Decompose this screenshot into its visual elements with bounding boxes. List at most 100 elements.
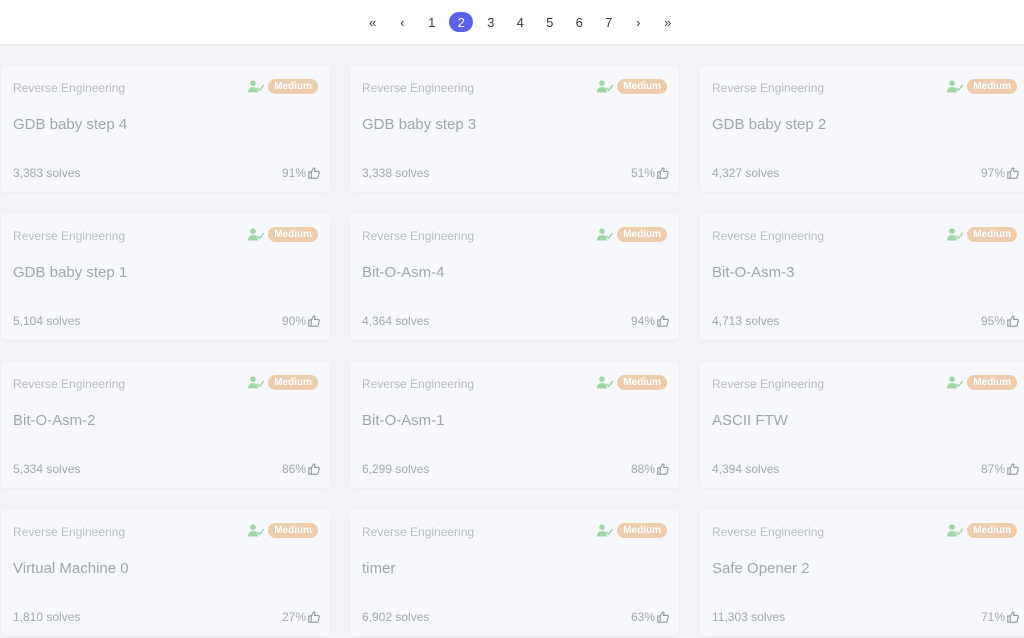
challenge-title[interactable]: GDB baby step 1 [13, 264, 127, 281]
challenge-card[interactable]: Reverse Engineering Medium GDB baby step 4… [1, 66, 330, 192]
page-7-button[interactable]: 7 [594, 11, 624, 33]
challenge-title[interactable]: Bit-O-Asm-2 [13, 412, 96, 429]
difficulty-badge: Medium [617, 79, 667, 94]
challenge-tags: Medium [597, 227, 667, 242]
solve-count: 4,713 solves [712, 314, 780, 328]
challenge-card[interactable]: Reverse Engineering Medium ASCII FTW 4,394 … [700, 362, 1024, 488]
challenge-title[interactable]: ASCII FTW [712, 412, 788, 429]
page-4-button[interactable]: 4 [506, 11, 536, 33]
thumbs-up-icon[interactable] [1007, 463, 1019, 475]
rating: 51% [631, 166, 669, 180]
rating: 97% [981, 166, 1019, 180]
challenge-card[interactable]: Reverse Engineering Medium Bit-O-Asm-3 4,71… [700, 214, 1024, 340]
challenge-tags: Medium [597, 523, 667, 538]
page-5-button[interactable]: 5 [535, 11, 565, 33]
prev-page-button[interactable]: ‹ [388, 11, 418, 33]
challenge-card[interactable]: Reverse Engineering Medium GDB baby step 1… [1, 214, 330, 340]
challenge-card[interactable]: Reverse Engineering Medium GDB baby step 3… [350, 66, 679, 192]
challenge-category: Reverse Engineering [712, 377, 825, 391]
thumbs-up-icon[interactable] [308, 315, 320, 327]
first-page-button[interactable]: « [358, 11, 388, 33]
challenge-title[interactable]: Bit-O-Asm-1 [362, 412, 445, 429]
difficulty-badge: Medium [268, 375, 318, 390]
thumbs-up-icon[interactable] [308, 611, 320, 623]
challenge-card[interactable]: Reverse Engineering Medium Bit-O-Asm-4 4,36… [350, 214, 679, 340]
rating-value: 97% [980, 166, 1005, 180]
user-check-icon [597, 228, 614, 241]
challenge-card[interactable]: Reverse Engineering Medium Safe Opener 2 11… [700, 510, 1024, 636]
rating-value: 90% [281, 314, 306, 328]
challenge-title[interactable]: timer [362, 560, 395, 577]
rating-value: 95% [980, 314, 1005, 328]
current-page-indicator: 2 [449, 12, 474, 32]
challenge-title[interactable]: Bit-O-Asm-4 [362, 264, 445, 281]
page-3-button[interactable]: 3 [476, 11, 506, 33]
thumbs-up-icon[interactable] [308, 167, 320, 179]
difficulty-badge: Medium [268, 523, 318, 538]
challenge-card[interactable]: Reverse Engineering Medium timer 6,902 solv… [350, 510, 679, 636]
user-check-icon [597, 80, 614, 93]
solve-count: 5,104 solves [13, 314, 81, 328]
challenge-title[interactable]: Virtual Machine 0 [13, 560, 129, 577]
solve-count: 3,383 solves [13, 166, 81, 180]
page-2-button[interactable]: 2 [447, 11, 477, 33]
challenge-card[interactable]: Reverse Engineering Medium Bit-O-Asm-2 5,33… [1, 362, 330, 488]
challenge-title[interactable]: Safe Opener 2 [712, 560, 810, 577]
solve-count: 6,902 solves [362, 610, 430, 624]
rating-value: 51% [630, 166, 655, 180]
rating-value: 71% [980, 610, 1005, 624]
rating: 63% [631, 610, 669, 624]
rating-value: 27% [281, 610, 306, 624]
solve-count: 4,327 solves [712, 166, 780, 180]
challenge-title[interactable]: Bit-O-Asm-3 [712, 264, 795, 281]
challenge-card[interactable]: Reverse Engineering Medium GDB baby step 2… [700, 66, 1024, 192]
last-page-button[interactable]: » [653, 11, 683, 33]
user-check-icon [947, 376, 964, 389]
next-page-button[interactable]: › [624, 11, 654, 33]
thumbs-up-icon[interactable] [657, 463, 669, 475]
rating: 86% [282, 462, 320, 476]
rating: 71% [981, 610, 1019, 624]
solve-count: 1,810 solves [13, 610, 81, 624]
challenge-category: Reverse Engineering [362, 525, 475, 539]
page-6-button[interactable]: 6 [565, 11, 595, 33]
thumbs-up-icon[interactable] [1007, 315, 1019, 327]
page-1-button[interactable]: 1 [417, 11, 447, 33]
thumbs-up-icon[interactable] [1007, 611, 1019, 623]
rating-value: 63% [630, 610, 655, 624]
solve-count: 4,394 solves [712, 462, 780, 476]
challenge-tags: Medium [248, 375, 318, 390]
rating-value: 87% [980, 462, 1005, 476]
challenge-tags: Medium [597, 79, 667, 94]
difficulty-badge: Medium [617, 375, 667, 390]
solve-count: 11,303 solves [712, 610, 786, 624]
thumbs-up-icon[interactable] [1007, 167, 1019, 179]
challenge-category: Reverse Engineering [13, 377, 126, 391]
challenge-card[interactable]: Reverse Engineering Medium Virtual Machine… [1, 510, 330, 636]
rating: 94% [631, 314, 669, 328]
challenge-tags: Medium [947, 375, 1017, 390]
user-check-icon [947, 228, 964, 241]
solve-count: 3,338 solves [362, 166, 430, 180]
rating: 90% [282, 314, 320, 328]
rating-value: 88% [630, 462, 655, 476]
challenge-title[interactable]: GDB baby step 4 [13, 116, 127, 133]
user-check-icon [248, 80, 265, 93]
difficulty-badge: Medium [967, 79, 1017, 94]
challenge-tags: Medium [248, 523, 318, 538]
thumbs-up-icon[interactable] [657, 167, 669, 179]
challenge-title[interactable]: GDB baby step 2 [712, 116, 826, 133]
thumbs-up-icon[interactable] [657, 611, 669, 623]
thumbs-up-icon[interactable] [657, 315, 669, 327]
difficulty-badge: Medium [617, 227, 667, 242]
thumbs-up-icon[interactable] [308, 463, 320, 475]
challenge-tags: Medium [947, 227, 1017, 242]
difficulty-badge: Medium [617, 523, 667, 538]
challenge-card[interactable]: Reverse Engineering Medium Bit-O-Asm-1 6,29… [350, 362, 679, 488]
solve-count: 5,334 solves [13, 462, 81, 476]
rating: 95% [981, 314, 1019, 328]
challenge-title[interactable]: GDB baby step 3 [362, 116, 476, 133]
solve-count: 6,299 solves [362, 462, 430, 476]
challenge-category: Reverse Engineering [13, 229, 126, 243]
challenge-category: Reverse Engineering [712, 525, 825, 539]
